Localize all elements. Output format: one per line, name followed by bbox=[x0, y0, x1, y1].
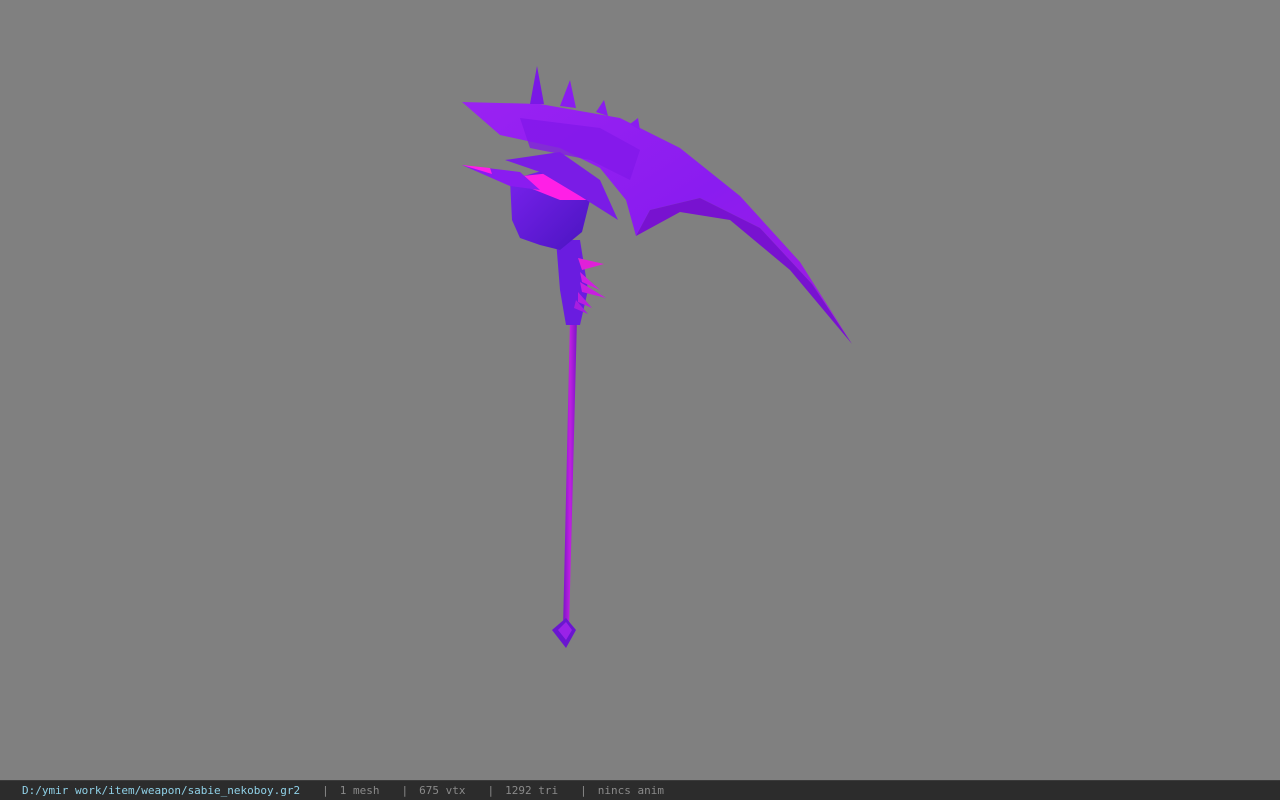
mesh-count: 1 mesh bbox=[339, 784, 380, 797]
status-bar: D:/ymir work/item/weapon/sabie_nekoboy.g… bbox=[0, 780, 1280, 800]
scythe-shaft bbox=[563, 318, 577, 630]
status-separator: | bbox=[401, 784, 409, 797]
status-separator: | bbox=[322, 784, 329, 797]
grip-spike-1 bbox=[578, 258, 604, 270]
file-path: D:/ymir work/item/weapon/sabie_nekoboy.g… bbox=[22, 784, 301, 797]
scythe-model[interactable] bbox=[0, 0, 1280, 780]
status-separator: | bbox=[487, 784, 495, 797]
triangle-count: 1292 tri bbox=[505, 784, 559, 797]
vertex-count: 675 vtx bbox=[419, 784, 466, 797]
blade-spike-3 bbox=[596, 100, 608, 116]
blade-spike-1 bbox=[530, 66, 544, 104]
animation-status: nincs anim bbox=[597, 784, 664, 797]
blade-spike-2 bbox=[560, 80, 576, 108]
status-separator: | bbox=[580, 784, 587, 797]
3d-viewport[interactable] bbox=[0, 0, 1280, 780]
